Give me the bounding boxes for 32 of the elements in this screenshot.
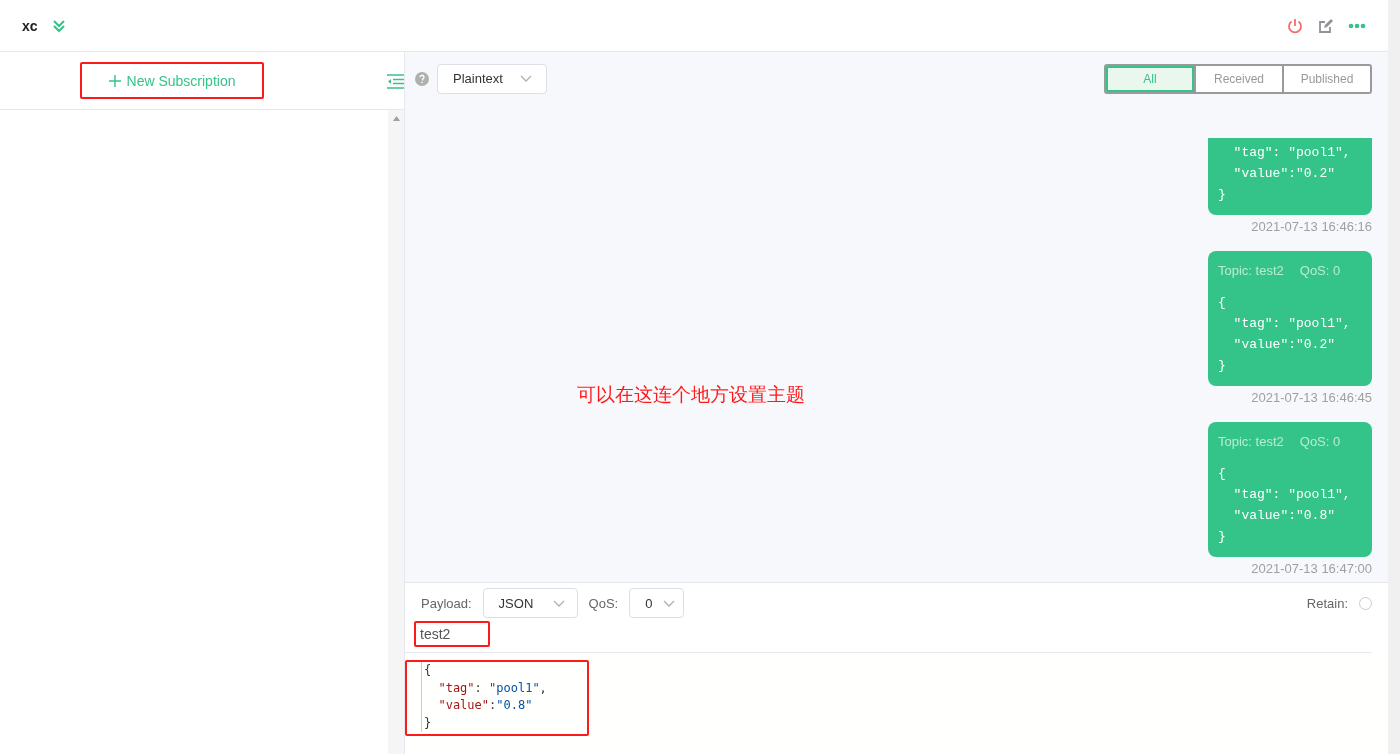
power-icon[interactable] [1286,16,1304,35]
chevron-down-icon [552,599,565,607]
retain-radio[interactable] [1359,596,1372,610]
double-chevron-icon[interactable] [51,18,66,33]
message-time: 2021-07-13 16:46:16 [1251,219,1372,234]
qos-select[interactable]: 0 [629,588,685,618]
plus-icon [108,74,121,87]
retain-label: Retain: [1306,595,1348,611]
message-qos: QoS: 0 [1299,434,1341,449]
message-topic: Topic: test2 [1218,434,1284,449]
edit-icon[interactable] [1318,17,1334,34]
payload-format-select[interactable]: Plaintext [437,63,547,94]
scroll-up-icon[interactable] [392,116,400,121]
message-payload: { "tag": "pool1", "value":"0.2" } [1218,294,1352,375]
chevron-down-icon [520,75,532,82]
more-icon[interactable] [1348,22,1366,29]
message-payload: "tag": "pool1", "value":"0.2" } [1218,144,1352,204]
message-payload: { "tag": "pool1", "value":"0.8" } [1218,465,1352,546]
annotation-text: 可以在这连个地方设置主题 [577,383,805,407]
message-time: 2021-07-13 16:47:00 [1251,561,1372,576]
collapse-menu-icon[interactable] [387,74,404,89]
message-qos: QoS: 0 [1299,263,1341,278]
payload-editor[interactable]: { "tag": "pool1", "value":"0.8" } [421,662,571,732]
qos-label: QoS: [588,595,619,611]
payload-type-select[interactable]: JSON [482,588,578,618]
chevron-down-icon [663,599,676,607]
payload-label: Payload: [421,595,472,611]
help-icon[interactable] [415,71,429,86]
connection-name: xc [22,17,38,34]
message-time: 2021-07-13 16:46:45 [1251,390,1372,405]
topic-input[interactable]: test2 [414,621,490,647]
message-topic: Topic: test2 [1218,263,1284,278]
